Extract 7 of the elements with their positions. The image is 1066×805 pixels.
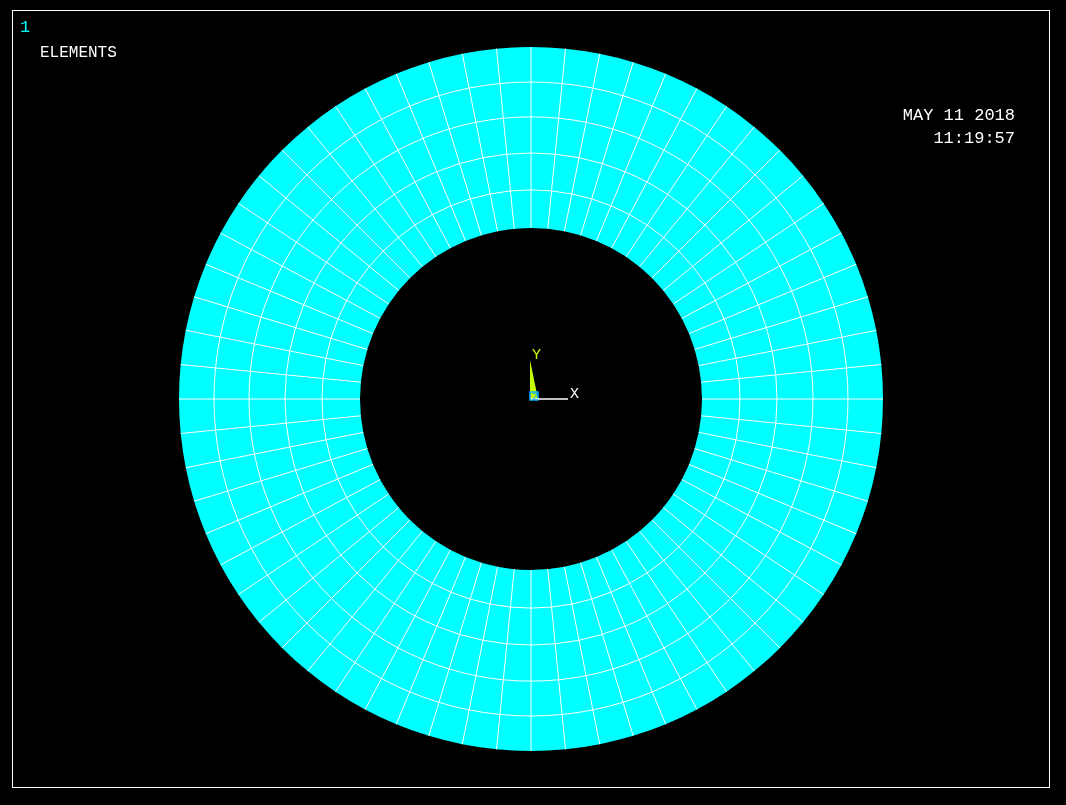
plot-time: 11:19:57 <box>933 130 1015 147</box>
window-number: 1 <box>20 19 31 36</box>
y-axis-label: Y <box>532 347 541 364</box>
axis-triad-icon <box>529 360 569 401</box>
x-axis-label: X <box>570 386 579 403</box>
plot-label: ELEMENTS <box>40 45 117 61</box>
plot-date: MAY 11 2018 <box>902 107 1015 124</box>
